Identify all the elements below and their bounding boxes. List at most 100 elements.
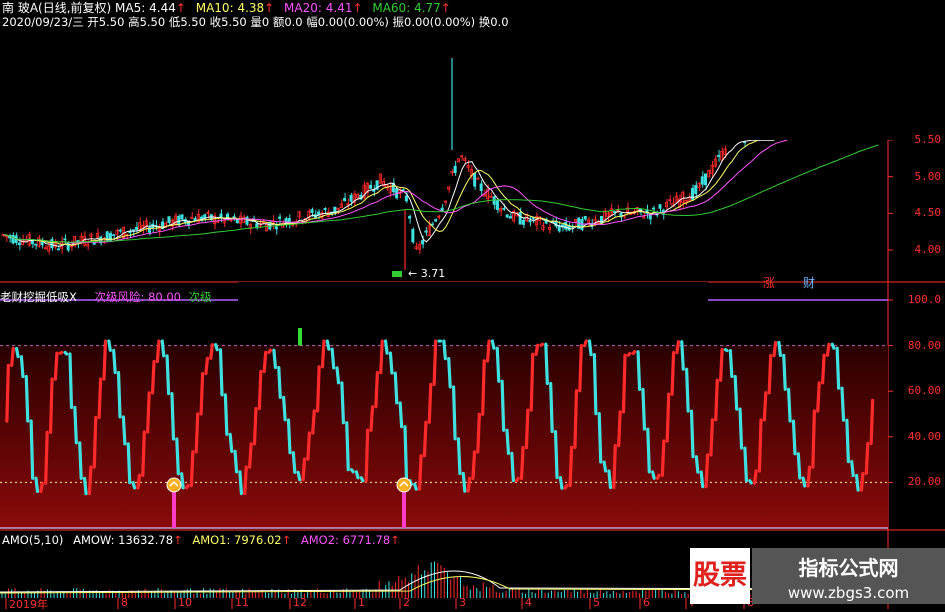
- oscillator-segment: [850, 460, 855, 478]
- price-candle: [118, 229, 122, 232]
- oscillator-segment: [573, 389, 579, 449]
- oscillator-segment: [218, 348, 224, 397]
- price-candle: [56, 248, 60, 251]
- quote-line: 2020/09/23/三 开5.50 高5.50 低5.50 收5.50 量0 …: [2, 15, 509, 29]
- price-candle: [349, 194, 353, 202]
- oscillator-segment: [816, 381, 821, 413]
- oscillator-segment: [767, 354, 773, 395]
- oscillator-segment: [214, 343, 219, 352]
- oscillator-segment: [126, 442, 132, 485]
- ma10-line: [3, 139, 759, 246]
- oscillator-segment: [845, 418, 850, 464]
- oscillator-segment: [180, 472, 185, 490]
- ma10-value: 4.38: [237, 1, 265, 15]
- oscillator-segment: [689, 409, 695, 459]
- oscillator-segment: [393, 371, 399, 405]
- oscillator-segment: [194, 412, 200, 454]
- watermark-site-name: 指标公式网: [798, 556, 899, 580]
- oscillator-segment: [24, 374, 30, 423]
- oscillator-segment: [471, 450, 477, 481]
- price-candle: [421, 240, 425, 245]
- oscillator-segment: [646, 427, 651, 474]
- oscillator-segment: [354, 470, 360, 480]
- price-candle: [651, 207, 656, 210]
- price-candle: [499, 208, 503, 212]
- price-candle: [216, 220, 220, 223]
- oscillator-segment: [806, 465, 812, 488]
- price-candle: [206, 211, 210, 214]
- price-candle: [79, 235, 83, 243]
- price-candle: [557, 225, 561, 232]
- price-candle: [717, 155, 721, 157]
- oscillator-segment: [621, 353, 627, 414]
- price-tick-label: 4.50: [914, 206, 942, 220]
- oscillator-segment: [204, 356, 210, 376]
- oscillator-segment: [29, 419, 35, 480]
- oscillator-segment: [869, 398, 875, 446]
- amo1-value: 7976.02: [234, 533, 282, 547]
- oscillator-segment: [107, 339, 112, 352]
- price-candle: [245, 216, 249, 225]
- oscillator-segment: [58, 350, 64, 355]
- oscillator-segment: [583, 339, 588, 348]
- indicator-header: 老财挖掘低吸X 次级风险: 80.00 次级: [0, 290, 212, 304]
- ma5-value: 4.44: [149, 1, 176, 15]
- oscillator-segment: [617, 410, 622, 448]
- indicator-title: 老财挖掘低吸X: [0, 290, 77, 304]
- oscillator-segment: [136, 473, 142, 490]
- oscillator-segment: [539, 342, 545, 347]
- indicator-tick-label: 60.00: [907, 384, 941, 398]
- oscillator-segment: [466, 476, 472, 493]
- oscillator-segment: [553, 429, 559, 480]
- oscillator-segment: [248, 442, 253, 469]
- tag-cai: 财: [803, 276, 816, 290]
- price-candle: [489, 195, 493, 198]
- amow-label: AMOW:: [73, 533, 115, 547]
- oscillator-segment: [544, 342, 549, 386]
- oscillator-segment: [723, 348, 729, 353]
- indicator-tick-label: 20.00: [907, 475, 941, 489]
- oscillator-segment: [733, 374, 739, 411]
- oscillator-segment: [505, 428, 511, 455]
- price-candle: [521, 219, 525, 225]
- oscillator-segment: [510, 451, 515, 483]
- price-candle: [203, 214, 207, 219]
- oscillator-segment: [388, 351, 394, 375]
- oscillator-segment: [112, 348, 117, 375]
- price-header: 南 玻A(日线,前复权) MA5: 4.44↑ MA10: 4.38↑ MA20…: [2, 1, 451, 15]
- oscillator-segment: [791, 419, 797, 456]
- price-candle: [317, 211, 321, 215]
- oscillator-segment: [97, 377, 103, 420]
- oscillator-segment: [116, 370, 122, 419]
- price-candle: [40, 241, 44, 246]
- oscillator-segment: [199, 371, 205, 416]
- price-candle: [310, 209, 314, 213]
- oscillator-segment: [665, 392, 671, 443]
- price-candle: [505, 214, 509, 218]
- date-tick-label: 12: [293, 596, 307, 609]
- chart-mode: (日线,前复权): [38, 1, 112, 15]
- price-candle: [369, 184, 373, 189]
- oscillator-segment: [719, 348, 724, 382]
- ma5-label: MA5:: [115, 1, 146, 15]
- price-candle: [492, 196, 496, 205]
- price-candle: [134, 226, 138, 230]
- price-candle: [564, 221, 568, 230]
- price-candle: [658, 204, 662, 209]
- oscillator-segment: [685, 367, 690, 413]
- oscillator-segment: [456, 437, 462, 476]
- oscillator-segment: [267, 348, 273, 354]
- oscillator-segment: [728, 348, 734, 379]
- price-candle: [508, 216, 512, 219]
- ma60-value: 4.77: [414, 1, 441, 15]
- oscillator-segment: [87, 465, 93, 496]
- oscillator-segment: [772, 340, 778, 358]
- watermark-banner: 指标公式网 www.zbgs3.com: [752, 548, 945, 604]
- oscillator-segment: [490, 339, 496, 350]
- oscillator-segment: [476, 412, 481, 454]
- price-candle: [404, 195, 408, 202]
- buy-signal-icon: [396, 477, 412, 493]
- ma5-arrow: ↑: [175, 1, 186, 15]
- oscillator-segment: [675, 340, 681, 355]
- price-candle: [518, 211, 522, 225]
